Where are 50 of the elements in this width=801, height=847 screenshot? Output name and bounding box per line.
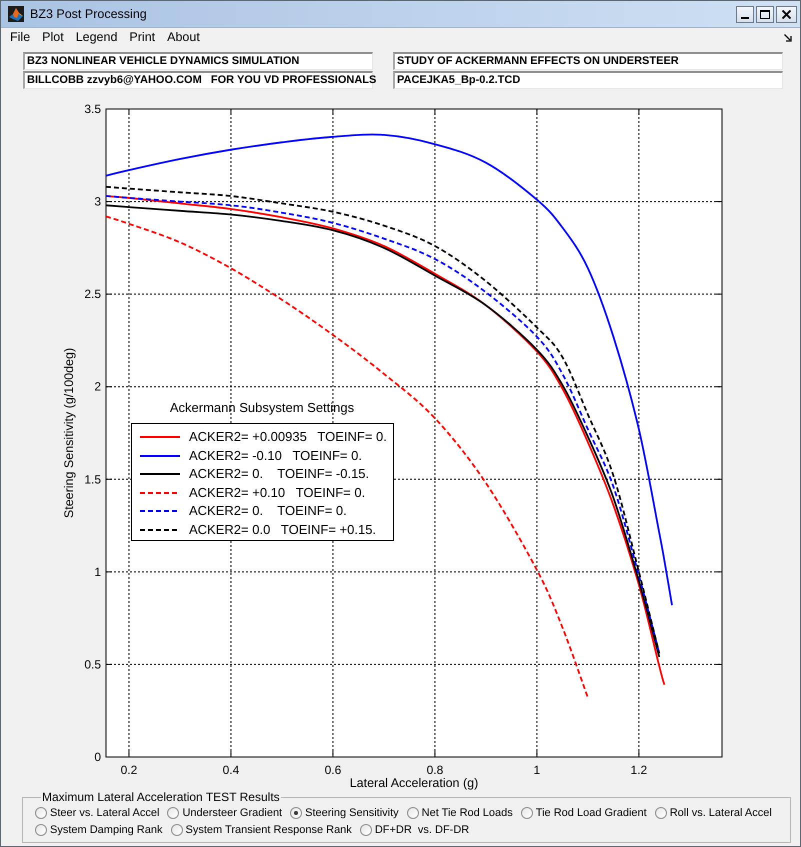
menu-item[interactable]: Legend [70, 30, 124, 45]
radio-button[interactable]: DF+DR vs. DF-DR [360, 823, 470, 837]
close-button[interactable] [776, 6, 797, 22]
x-axis-label: Lateral Acceleration (g) [350, 776, 478, 790]
radio-button[interactable]: System Transient Response Rank [170, 823, 352, 837]
x-tick-label: 0.4 [222, 763, 240, 777]
radio-button[interactable]: Steering Sensitivity [290, 806, 399, 820]
radio-button[interactable]: System Damping Rank [35, 823, 162, 837]
x-tick-label: 0.2 [120, 763, 138, 777]
y-tick-label: 2 [94, 380, 101, 394]
header-field: STUDY OF ACKERMANN EFFECTS ON UNDERSTEER [393, 52, 783, 70]
radio-button[interactable]: Steer vs. Lateral Accel [35, 806, 160, 820]
y-tick-label: 0.5 [84, 657, 101, 672]
y-tick-label: 1 [94, 564, 101, 579]
radio-button[interactable]: Roll vs. Lateral Accel [654, 806, 772, 820]
legend-label: ACKER2= 0.0 TOEINF= +0.15. [189, 522, 376, 538]
legend-label: ACKER2= -0.10 TOEINF= 0. [189, 448, 362, 464]
legend-title: Ackermann Subsystem Settings [168, 400, 356, 416]
menu-item[interactable]: Print [123, 30, 162, 45]
maximize-icon [760, 10, 770, 18]
minimize-icon [741, 16, 749, 18]
radio-button[interactable]: Understeer Gradient [167, 806, 282, 820]
legend-label: ACKER2= +0.10 TOEINF= 0. [189, 484, 366, 501]
legend-label: ACKER2= 0. TOEINF= -0.15. [189, 466, 370, 482]
y-tick-label: 0 [94, 750, 101, 764]
window-title: BZ3 Post Processing [30, 6, 147, 23]
radio-button[interactable]: Net Tie Rod Loads [406, 806, 513, 820]
minimize-button[interactable] [736, 6, 754, 22]
menu-item[interactable]: File [4, 30, 36, 45]
arrow-icon[interactable] [784, 34, 792, 42]
x-tick-label: 0.8 [426, 763, 444, 777]
radio-button[interactable]: Tie Rod Load Gradient [520, 806, 647, 820]
x-tick-label: 0.6 [324, 763, 342, 777]
y-tick-label: 3 [94, 194, 101, 209]
y-tick-label: 3.5 [84, 102, 101, 116]
group-title: Maximum Lateral Acceleration TEST Results [41, 791, 281, 804]
y-tick-label: 2.5 [84, 287, 101, 302]
x-tick-label: 1 [534, 763, 540, 777]
y-tick-label: 1.5 [84, 472, 101, 486]
menu-item[interactable]: About [161, 30, 206, 45]
header-field: BZ3 NONLINEAR VEHICLE DYNAMICS SIMULATION [23, 52, 373, 70]
maximize-button[interactable] [756, 6, 774, 22]
header-field: PACEJKA5_Bp-0.2.TCD [393, 71, 783, 89]
peak-logo-icon [8, 6, 24, 22]
y-axis-label: Steering Sensitivity (g/100deg) [62, 348, 76, 518]
legend-label: ACKER2= +0.00935 TOEINF= 0. [189, 429, 387, 446]
menu-item[interactable]: Plot [36, 30, 70, 45]
legend-label: ACKER2= 0. TOEINF= 0. [189, 503, 347, 520]
close-icon [782, 10, 791, 18]
x-tick-label: 1.2 [630, 763, 648, 777]
